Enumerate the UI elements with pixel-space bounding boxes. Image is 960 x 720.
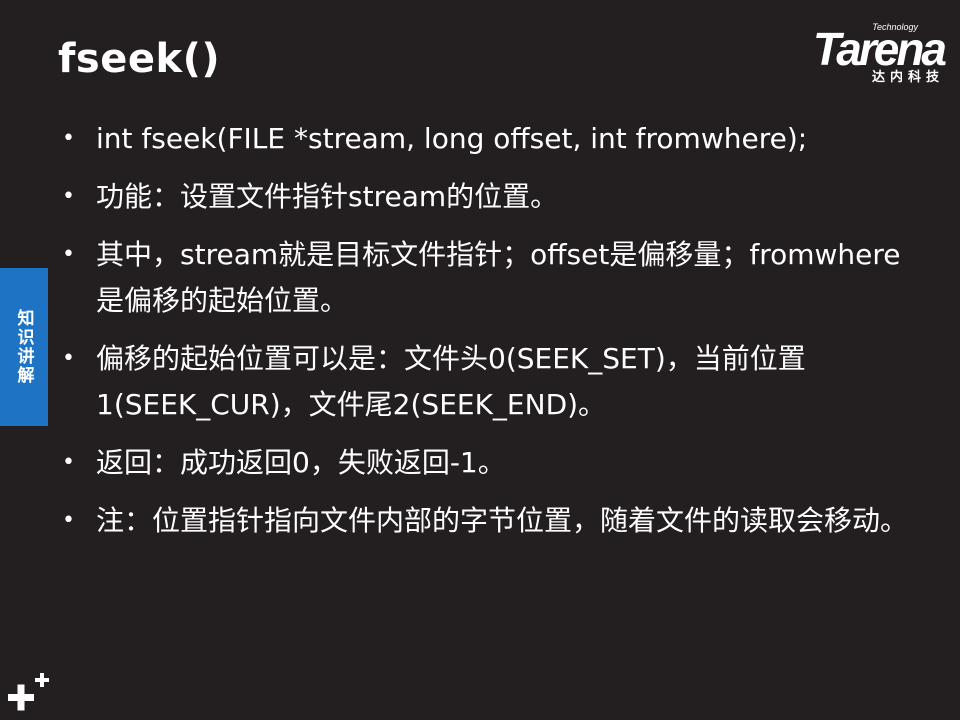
bullet-dot-icon: •: [62, 126, 75, 151]
logo-chinese-text: 达内科技: [871, 70, 944, 85]
bullet-text: 功能：设置文件指针stream的位置。: [96, 180, 559, 213]
bullet-item: • int fseek(FILE *stream, long offset, i…: [58, 116, 908, 162]
bullet-item: • 其中，stream就是目标文件指针；offset是偏移量；fromwhere…: [58, 232, 908, 324]
bullet-dot-icon: •: [62, 242, 75, 267]
bullet-text: 注：位置指针指向文件内部的字节位置，随着文件的读取会移动。: [96, 504, 909, 537]
bullet-item: • 注：位置指针指向文件内部的字节位置，随着文件的读取会移动。: [58, 498, 908, 544]
slide-title: fseek(): [58, 36, 221, 82]
bullet-list: • int fseek(FILE *stream, long offset, i…: [58, 116, 908, 556]
bullet-dot-icon: •: [62, 346, 75, 371]
bullet-text: 返回：成功返回0，失败返回-1。: [96, 446, 506, 479]
bullet-item: • 功能：设置文件指针stream的位置。: [58, 174, 908, 220]
side-tab: 知识讲解: [0, 268, 48, 426]
bullet-dot-icon: •: [62, 450, 75, 475]
bullet-text: int fseek(FILE *stream, long offset, int…: [96, 122, 808, 155]
bullet-item: • 返回：成功返回0，失败返回-1。: [58, 440, 908, 486]
bullet-text: 偏移的起始位置可以是：文件头0(SEEK_SET)，当前位置1(SEEK_CUR…: [96, 342, 806, 421]
plus-decoration-icon: [8, 673, 49, 711]
bullet-item: • 偏移的起始位置可以是：文件头0(SEEK_SET)，当前位置1(SEEK_C…: [58, 336, 908, 428]
tarena-logo: Technology Tarena 达内科技: [776, 22, 947, 85]
side-tab-label: 知识讲解: [13, 309, 34, 385]
bullet-text: 其中，stream就是目标文件指针；offset是偏移量；fromwhere是偏…: [96, 238, 901, 317]
bullet-dot-icon: •: [62, 508, 75, 533]
bullet-dot-icon: •: [62, 184, 75, 209]
